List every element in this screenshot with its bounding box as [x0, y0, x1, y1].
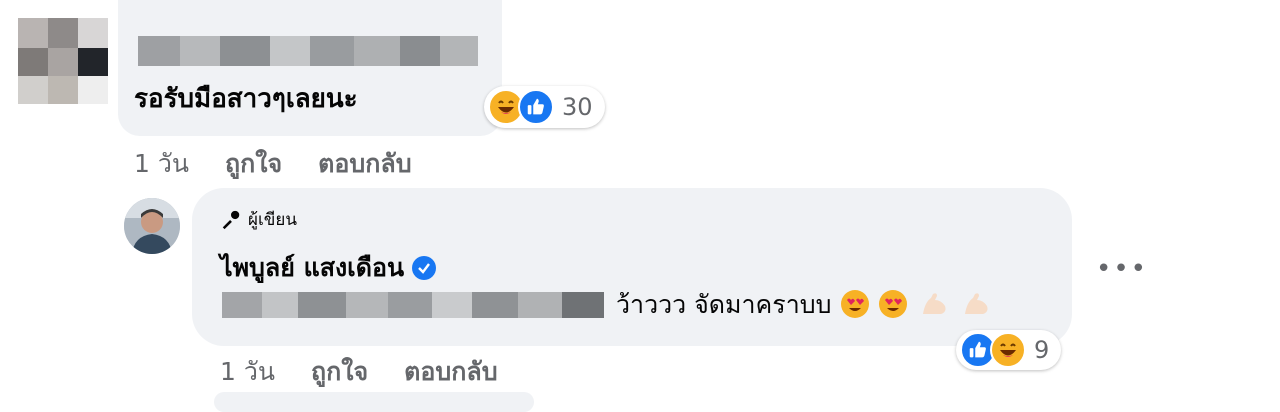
laugh-emoji-icon	[990, 332, 1026, 368]
reply-link[interactable]: ตอบกลับ	[404, 357, 497, 386]
author-name[interactable]: ไพบูลย์ แสงเดือน	[220, 248, 437, 288]
reply-timestamp[interactable]: 1 วัน	[220, 357, 275, 386]
author-badge-label: ผู้เขียน	[248, 210, 297, 230]
verified-badge-icon	[412, 256, 437, 280]
reaction-count: 30	[562, 93, 593, 121]
author-badge: ผู้เขียน	[220, 206, 297, 233]
heart-eyes-emoji-icon	[841, 290, 870, 318]
microphone-icon	[222, 210, 240, 229]
reaction-count: 9	[1034, 336, 1050, 364]
comment-actions: 1 วัน ถูกใจ ตอบกลับ	[134, 144, 448, 184]
comment-text: รอรับมือสาวๆเลยนะ	[134, 84, 358, 114]
author-avatar[interactable]	[124, 198, 180, 254]
reply-text: ว้าววว จัดมาคราบบ	[616, 288, 991, 322]
reply-actions: 1 วัน ถูกใจ ตอบกลับ	[220, 352, 534, 392]
commenter-avatar[interactable]	[18, 18, 108, 104]
reply-link[interactable]: ตอบกลับ	[318, 149, 411, 178]
reaction-summary[interactable]: 9	[956, 330, 1062, 370]
flexed-biceps-icon	[965, 293, 988, 314]
more-options-button[interactable]: •••	[1096, 254, 1146, 284]
blurred-commenter-name	[138, 36, 478, 66]
flexed-biceps-icon	[923, 293, 946, 314]
reply-text-label: ว้าววว จัดมาคราบบ	[616, 290, 832, 319]
heart-eyes-emoji-icon	[879, 290, 908, 318]
like-thumb-icon	[518, 89, 554, 125]
reaction-summary[interactable]: 30	[484, 86, 605, 128]
author-name-label[interactable]: ไพบูลย์ แสงเดือน	[220, 248, 404, 288]
comment-timestamp[interactable]: 1 วัน	[134, 149, 189, 178]
blurred-reply-text	[222, 292, 604, 318]
like-link[interactable]: ถูกใจ	[311, 357, 368, 386]
next-comment-bubble	[214, 392, 534, 412]
like-link[interactable]: ถูกใจ	[225, 149, 282, 178]
